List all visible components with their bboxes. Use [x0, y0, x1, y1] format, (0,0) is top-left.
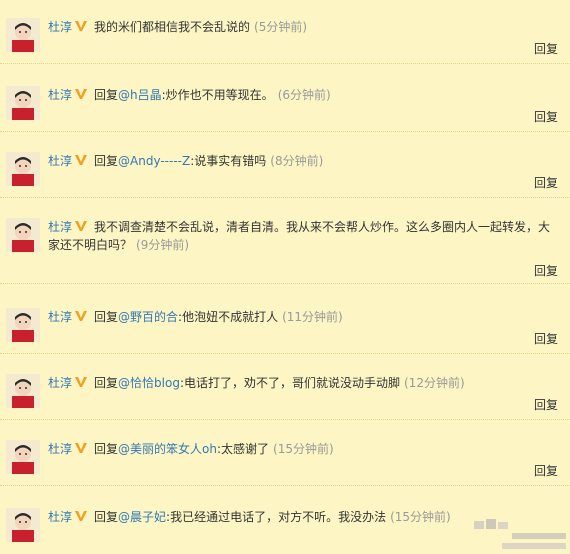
author-name[interactable]: 杜淳: [48, 220, 72, 234]
author-name[interactable]: 杜淳: [48, 154, 72, 168]
comment-text: :电话打了，劝不了，哥们就说没动手动脚: [179, 376, 400, 390]
comment-text: :我已经通过电话了，对方不听。我没办法: [166, 510, 387, 524]
reply-prefix: 回复: [94, 88, 119, 102]
v-verified-icon: [74, 20, 88, 32]
timestamp: (12分钟前): [404, 376, 465, 390]
v-verified-icon: [74, 442, 88, 454]
blurred-watermark: [472, 517, 568, 551]
reply-button[interactable]: 回复: [534, 262, 558, 279]
reply-prefix: 回复: [94, 442, 119, 456]
author-name[interactable]: 杜淳: [48, 310, 72, 324]
timestamp: (5分钟前): [254, 20, 308, 34]
avatar[interactable]: [6, 86, 40, 120]
comment-item: 杜淳 我不调查清楚不会乱说，清者自清。我从来不会帮人炒作。这么多圈内人一起转发，大…: [0, 214, 570, 284]
comment-feed: 杜淳 我的米们都相信我不会乱说的 (5分钟前) 回复 杜淳 回复@h吕晶:炒作也不用等…: [0, 0, 570, 554]
reply-prefix: 回复: [94, 376, 119, 390]
timestamp: (6分钟前): [277, 88, 331, 102]
comment-text: :太感谢了: [216, 442, 270, 456]
avatar[interactable]: [6, 440, 40, 474]
timestamp: (9分钟前): [136, 238, 190, 252]
comment-item: 杜淳 回复@h吕晶:炒作也不用等现在。 (6分钟前) 回复: [0, 82, 570, 132]
author-name[interactable]: 杜淳: [48, 20, 72, 34]
timestamp: (8分钟前): [270, 154, 324, 168]
author-name[interactable]: 杜淳: [48, 442, 72, 456]
avatar[interactable]: [6, 18, 40, 52]
author-name[interactable]: 杜淳: [48, 88, 72, 102]
avatar[interactable]: [6, 374, 40, 408]
reply-button[interactable]: 回复: [534, 40, 558, 57]
comment-item: 杜淳 回复@野百的合:他泡妞不成就打人 (11分钟前) 回复: [0, 304, 570, 354]
comment-item: 杜淳 回复@恰恰blog:电话打了，劝不了，哥们就说没动手动脚 (12分钟前) 回复: [0, 370, 570, 420]
reply-prefix: 回复: [94, 154, 119, 168]
v-verified-icon: [74, 220, 88, 232]
reply-button[interactable]: 回复: [534, 462, 558, 479]
author-name[interactable]: 杜淳: [48, 510, 72, 524]
reply-prefix: 回复: [94, 310, 119, 324]
comment-text: :炒作也不用等现在。: [161, 88, 274, 102]
avatar[interactable]: [6, 508, 40, 542]
mention-link[interactable]: @h吕晶: [118, 88, 162, 102]
comment-item: 杜淳 回复@美丽的笨女人oh:太感谢了 (15分钟前) 回复: [0, 436, 570, 486]
v-verified-icon: [74, 154, 88, 166]
reply-button[interactable]: 回复: [534, 396, 558, 413]
v-verified-icon: [74, 376, 88, 388]
comment-text: :他泡妞不成就打人: [178, 310, 279, 324]
author-name[interactable]: 杜淳: [48, 376, 72, 390]
comment-text: :说事实有错吗: [190, 154, 267, 168]
comment-text: 我的米们都相信我不会乱说的: [94, 20, 251, 34]
reply-button[interactable]: 回复: [534, 108, 558, 125]
reply-button[interactable]: 回复: [534, 330, 558, 347]
timestamp: (11分钟前): [282, 310, 343, 324]
comment-item: 杜淳 我的米们都相信我不会乱说的 (5分钟前) 回复: [0, 14, 570, 64]
v-verified-icon: [74, 88, 88, 100]
mention-link[interactable]: @美丽的笨女人oh: [118, 442, 217, 456]
mention-link[interactable]: @恰恰blog: [118, 376, 180, 390]
mention-link[interactable]: @Andy-----Z: [118, 154, 190, 168]
avatar[interactable]: [6, 152, 40, 186]
v-verified-icon: [74, 510, 88, 522]
comment-text: 我不调查清楚不会乱说，清者自清。我从来不会帮人炒作。这么多圈内人一起转发，大家还…: [48, 220, 551, 252]
avatar[interactable]: [6, 308, 40, 342]
reply-prefix: 回复: [94, 510, 119, 524]
comment-item: 杜淳 回复@Andy-----Z:说事实有错吗 (8分钟前) 回复: [0, 148, 570, 198]
timestamp: (15分钟前): [273, 442, 334, 456]
reply-button[interactable]: 回复: [534, 174, 558, 191]
mention-link[interactable]: @晨子妃: [118, 510, 166, 524]
v-verified-icon: [74, 310, 88, 322]
mention-link[interactable]: @野百的合: [118, 310, 178, 324]
timestamp: (15分钟前): [390, 510, 451, 524]
avatar[interactable]: [6, 218, 40, 252]
